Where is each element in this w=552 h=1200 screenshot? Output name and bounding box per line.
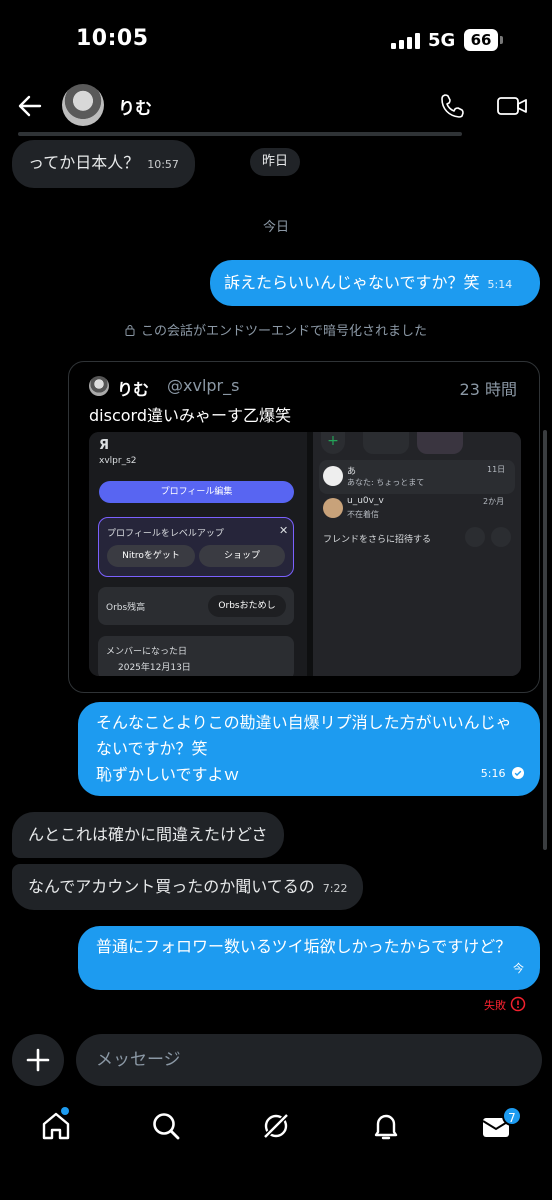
link-icon <box>491 527 511 547</box>
dm-row-2: u_u0v_v 不在着信 2か月 <box>319 494 515 524</box>
message-time: 7:22 <box>322 882 348 895</box>
friend-avatar-1 <box>363 432 409 454</box>
dm-avatar-1 <box>323 466 343 486</box>
message-time: 10:57 <box>147 158 179 171</box>
send-failed-label[interactable]: 失敗 <box>484 997 506 1013</box>
status-time: 10:05 <box>76 26 149 51</box>
video-call-icon[interactable] <box>496 92 528 120</box>
notifications-bell-icon[interactable] <box>370 1110 402 1142</box>
share-icon <box>465 527 485 547</box>
post-author-name: りむ <box>117 380 150 399</box>
nitro-pill: Nitroをゲット <box>107 545 195 567</box>
orbs-try-pill: Orbsおためし <box>208 595 286 617</box>
read-check-icon <box>512 767 524 779</box>
message-outgoing[interactable]: 訴えたらいいんじゃないですか？笑 5:14 <box>210 260 540 306</box>
invite-friends-label: フレンドをさらに招待する <box>323 535 432 545</box>
search-icon[interactable] <box>150 1110 182 1142</box>
discord-dm-panel: + あ あなた: ちょっとまて 11日 u_u0v_v 不在着信 2か月 フレン… <box>313 432 521 676</box>
back-arrow-icon[interactable] <box>16 92 44 120</box>
battery-icon: 66 <box>464 29 498 51</box>
message-outgoing-failed[interactable]: 普通にフォロワー数いるツイ垢欲しかったからですけど？ 今 <box>78 926 540 990</box>
message-text-line: ないですか？笑 <box>96 739 208 758</box>
member-since-box: メンバーになった日 2025年12月13日 <box>98 636 294 676</box>
message-text: なんでアカウント買ったのか聞いてるの <box>28 877 315 896</box>
dm-row-1: あ あなた: ちょっとまて 11日 <box>319 460 515 494</box>
message-status: 5:16 <box>481 761 524 787</box>
grok-icon[interactable] <box>260 1110 292 1142</box>
dm1-preview: あなた: ちょっとまて <box>347 478 425 487</box>
status-bar: 10:05 5G 66 <box>0 0 552 80</box>
post-author-avatar <box>89 376 109 396</box>
contact-name[interactable]: りむ <box>118 94 152 119</box>
dm-avatar-2 <box>323 498 343 518</box>
add-server-icon: + <box>321 432 345 454</box>
message-outgoing[interactable]: そんなことよりこの勘違い自爆リプ消した方がいいんじゃ ないですか？笑 恥ずかしい… <box>78 702 540 796</box>
network-label: 5G <box>428 30 456 51</box>
contact-avatar[interactable] <box>62 84 104 126</box>
discord-profile-panel: Я xvlpr_s2 プロフィール編集 プロフィールをレベルアップ ✕ Nitr… <box>89 432 307 676</box>
message-text: 訴えたらいいんじゃないですか？笑 <box>224 273 480 292</box>
dm1-name: あ <box>347 467 357 477</box>
scrollbar[interactable] <box>543 430 547 850</box>
dm2-status: 不在着信 <box>347 510 379 519</box>
lock-icon <box>125 325 135 336</box>
message-text-line: そんなことよりこの勘違い自爆リプ消した方がいいんじゃ <box>96 713 512 732</box>
shop-pill: ショップ <box>199 545 285 567</box>
message-incoming[interactable]: なんでアカウント買ったのか聞いてるの 7:22 <box>12 864 364 910</box>
message-incoming[interactable]: ってか日本人？ 10:57 <box>12 140 195 188</box>
edit-profile-button: プロフィール編集 <box>99 481 294 503</box>
message-text-line: 恥ずかしいですよｗ <box>96 765 240 784</box>
messages-badge: 7 <box>502 1106 522 1126</box>
home-notification-dot <box>61 1107 69 1115</box>
date-label-today: 今日 <box>262 220 289 235</box>
message-text: 普通にフォロワー数いるツイ垢欲しかったからですけど？ <box>96 937 512 956</box>
member-since-label: メンバーになった日 <box>106 647 188 657</box>
date-pill-yesterday: 昨日 <box>250 148 301 176</box>
message-text: んとこれは確かに間違えたけどさ <box>28 825 268 844</box>
discord-logo: Я <box>99 438 110 453</box>
error-icon[interactable] <box>510 996 526 1012</box>
member-since-date: 2025年12月13日 <box>118 663 191 673</box>
post-author-handle: @xvlpr_s <box>167 376 240 395</box>
battery-nub <box>500 36 503 44</box>
discord-username: xvlpr_s2 <box>99 456 137 466</box>
message-time: 5:16 <box>480 767 506 780</box>
message-text: ってか日本人？ <box>28 153 140 172</box>
orbs-box: Orbs残高 Orbsおためし <box>98 587 294 625</box>
post-image[interactable]: Я xvlpr_s2 プロフィール編集 プロフィールをレベルアップ ✕ Nitr… <box>89 432 521 676</box>
shared-post-card[interactable]: りむ @xvlpr_s 23 時間 discord違いみゃーす乙爆笑 Я xvl… <box>68 361 540 693</box>
level-up-label: プロフィールをレベルアップ <box>107 529 224 539</box>
friend-avatar-2 <box>417 432 463 454</box>
message-time: 今 <box>513 962 524 975</box>
scroll-edge-divider <box>18 132 462 136</box>
dm1-time: 11日 <box>487 465 506 474</box>
encryption-notice: この会話がエンドツーエンドで暗号化されました <box>0 320 552 339</box>
orbs-balance-label: Orbs残高 <box>106 603 146 613</box>
level-up-box: プロフィールをレベルアップ ✕ Nitroをゲット ショップ <box>98 517 294 577</box>
post-text: discord違いみゃーす乙爆笑 <box>89 406 291 425</box>
plus-icon <box>26 1048 50 1072</box>
encryption-text: この会話がエンドツーエンドで暗号化されました <box>140 324 427 339</box>
home-icon[interactable] <box>40 1110 72 1142</box>
signal-icon <box>391 33 421 49</box>
dm2-time: 2か月 <box>483 497 505 506</box>
chat-header: りむ <box>0 80 552 132</box>
dm2-name: u_u0v_v <box>347 496 384 506</box>
message-incoming[interactable]: んとこれは確かに間違えたけどさ <box>12 812 284 858</box>
phone-icon[interactable] <box>438 92 466 120</box>
close-icon: ✕ <box>279 524 289 537</box>
post-time: 23 時間 <box>459 380 517 399</box>
message-time: 5:14 <box>487 278 513 291</box>
message-input[interactable] <box>76 1034 542 1086</box>
add-attachment-button[interactable] <box>12 1034 64 1086</box>
